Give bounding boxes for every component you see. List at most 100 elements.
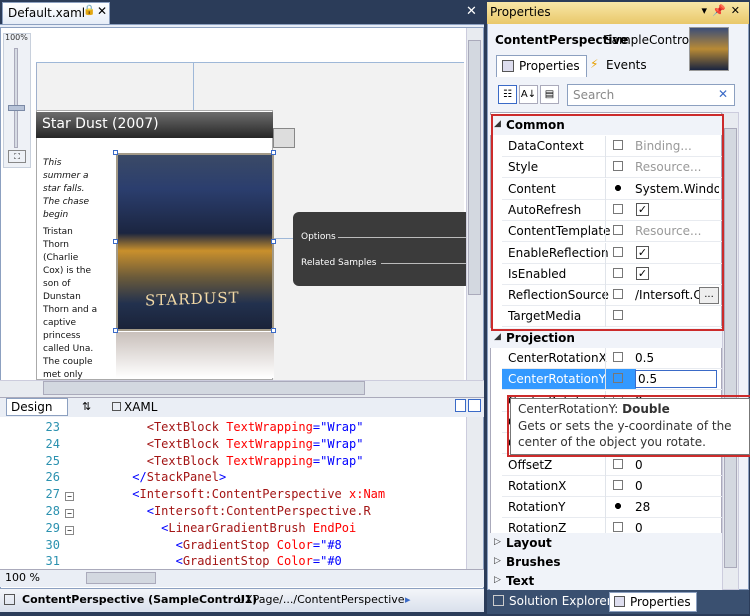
horizontal-split-icon[interactable] bbox=[468, 399, 481, 412]
property-value[interactable]: 0 bbox=[635, 479, 719, 493]
code-token: < bbox=[146, 504, 154, 518]
dropdown-icon[interactable]: ▾ bbox=[702, 4, 713, 17]
menu-item-options[interactable]: Options bbox=[301, 232, 336, 242]
property-value[interactable]: 0.5 bbox=[635, 370, 717, 389]
resize-handle[interactable] bbox=[113, 150, 118, 155]
tab-properties-bottom-label: Properties bbox=[630, 595, 691, 609]
resize-handle[interactable] bbox=[271, 239, 276, 244]
tooltip-title: CenterRotationY: Double bbox=[518, 402, 670, 416]
tab-events-label: Events bbox=[606, 58, 647, 72]
property-marker-icon[interactable] bbox=[613, 352, 623, 362]
vertical-split-icon[interactable] bbox=[455, 399, 466, 412]
path-arrow-icon[interactable]: ▸ bbox=[405, 593, 411, 606]
categorized-view-icon[interactable]: ☷ bbox=[498, 85, 517, 104]
solution-explorer-icon bbox=[493, 595, 504, 606]
zoom-slider-thumb[interactable] bbox=[8, 105, 25, 111]
code-vertical-scrollbar[interactable] bbox=[466, 417, 483, 569]
property-marker-icon[interactable] bbox=[613, 479, 623, 490]
filter-icon[interactable]: ▤ bbox=[540, 85, 559, 104]
zoom-slider-track[interactable] bbox=[14, 48, 18, 148]
property-row[interactable]: CenterRotationY 0.5 bbox=[502, 369, 722, 391]
alphabetical-sort-icon[interactable]: A↓ bbox=[519, 85, 538, 104]
properties-title: Properties bbox=[490, 5, 551, 19]
code-token: < bbox=[146, 453, 154, 468]
fit-to-view-icon[interactable]: ⛶ bbox=[8, 150, 26, 163]
property-search-input[interactable]: Search bbox=[567, 84, 735, 106]
pin-icon[interactable]: 🔒 bbox=[83, 5, 95, 16]
document-close-icon[interactable]: ✕ bbox=[466, 4, 477, 19]
scrollbar-thumb[interactable] bbox=[724, 128, 737, 568]
property-row[interactable]: RotationX 0 bbox=[502, 475, 722, 497]
property-value[interactable]: 28 bbox=[635, 500, 719, 514]
code-token: < bbox=[175, 554, 183, 569]
resize-handle[interactable] bbox=[113, 239, 118, 244]
scrollbar-thumb[interactable] bbox=[468, 40, 481, 295]
code-line: 28 <Intersoft:ContentPerspective.R bbox=[0, 503, 371, 520]
expand-icon[interactable]: ▷ bbox=[494, 556, 501, 566]
selection-box[interactable] bbox=[116, 153, 274, 331]
highlight-common-box bbox=[491, 114, 724, 331]
close-icon[interactable]: ✕ bbox=[97, 4, 107, 18]
properties-icon bbox=[614, 596, 625, 607]
tab-properties[interactable]: Properties bbox=[496, 55, 587, 77]
collapse-icon[interactable]: − bbox=[65, 525, 74, 535]
property-name: RotationX bbox=[508, 478, 567, 493]
collapse-icon[interactable]: − bbox=[65, 509, 74, 518]
options-menu: Options Related Samples bbox=[293, 212, 471, 286]
collapse-icon[interactable]: − bbox=[65, 492, 74, 502]
tab-properties-bottom[interactable]: Properties bbox=[609, 592, 697, 612]
category-projection[interactable]: ◢ Projection bbox=[490, 328, 722, 348]
property-value[interactable]: 0.5 bbox=[635, 351, 719, 365]
property-value[interactable]: 0 bbox=[635, 458, 719, 472]
code-status-bar bbox=[0, 569, 484, 587]
property-marker-icon[interactable] bbox=[613, 522, 623, 533]
property-row[interactable]: OffsetZ 0 bbox=[502, 454, 722, 476]
close-icon[interactable]: ✕ bbox=[731, 4, 745, 17]
code-line: 27 <Intersoft:ContentPerspective x:Nam bbox=[0, 486, 386, 503]
category-text[interactable]: ▷ Text bbox=[490, 571, 722, 591]
code-line: 23 <TextBlock TextWrapping="Wrap" bbox=[0, 419, 364, 436]
collapse-icon[interactable]: ◢ bbox=[494, 332, 501, 342]
split-view-bar bbox=[0, 397, 484, 417]
tab-solution-explorer[interactable]: Solution Explorer bbox=[489, 592, 617, 612]
property-name: OffsetZ bbox=[508, 457, 553, 472]
resize-adorner-icon[interactable] bbox=[273, 128, 295, 148]
property-row[interactable]: RotationY 28 bbox=[502, 497, 722, 519]
resize-handle[interactable] bbox=[271, 328, 276, 333]
category-brushes[interactable]: ▷ Brushes bbox=[490, 552, 722, 572]
tab-xaml[interactable]: XAML bbox=[112, 400, 157, 414]
property-marker-icon[interactable] bbox=[613, 458, 623, 469]
menu-item-related-samples[interactable]: Related Samples bbox=[301, 258, 376, 268]
category-layout[interactable]: ▷ Layout bbox=[490, 533, 722, 553]
expand-icon[interactable]: ▷ bbox=[494, 575, 501, 585]
resize-handle[interactable] bbox=[271, 150, 276, 155]
local-value-marker-icon[interactable] bbox=[613, 501, 623, 512]
code-line: 29 <LinearGradientBrush EndPoi bbox=[0, 520, 357, 537]
zoom-percent-label: 100% bbox=[5, 33, 28, 42]
status-path[interactable]: UXPage/.../ContentPerspective bbox=[237, 593, 405, 606]
code-zoom-select[interactable]: 100 % bbox=[5, 571, 40, 584]
status-selection[interactable]: ContentPerspective (SampleControl1) bbox=[22, 593, 257, 606]
resize-handle[interactable] bbox=[113, 328, 118, 333]
code-token: Color bbox=[276, 537, 313, 552]
swap-panes-icon[interactable]: ⇅ bbox=[82, 400, 91, 413]
code-token: TextBlock bbox=[153, 453, 227, 468]
property-row[interactable]: CenterRotationX 0.5 bbox=[502, 348, 722, 369]
document-tab-label: Default.xaml bbox=[8, 6, 86, 20]
code-line: 26 </StackPanel> bbox=[0, 469, 227, 486]
tab-events[interactable]: ⚡ Events bbox=[584, 55, 653, 77]
expand-icon[interactable]: ▷ bbox=[494, 537, 501, 547]
pin-icon[interactable]: 📌 bbox=[712, 4, 731, 17]
tab-design[interactable]: Design bbox=[6, 398, 68, 416]
code-horizontal-scroll-thumb[interactable] bbox=[86, 572, 156, 584]
tab-default-xaml[interactable]: Default.xaml 🔒 ✕ bbox=[2, 2, 110, 24]
clear-search-icon[interactable]: ✕ bbox=[718, 87, 728, 101]
property-marker-icon[interactable] bbox=[613, 373, 623, 384]
scrollbar-thumb[interactable] bbox=[43, 381, 365, 395]
line-number: 26 bbox=[45, 470, 60, 485]
property-name: CenterRotationX bbox=[508, 351, 607, 365]
tab-solution-explorer-label: Solution Explorer bbox=[509, 594, 612, 608]
code-token: TextWrapping bbox=[226, 436, 313, 451]
code-token: "Wrap" bbox=[320, 420, 364, 434]
xaml-code-editor[interactable]: 23 <TextBlock TextWrapping="Wrap" 24 <Tex… bbox=[0, 417, 470, 569]
